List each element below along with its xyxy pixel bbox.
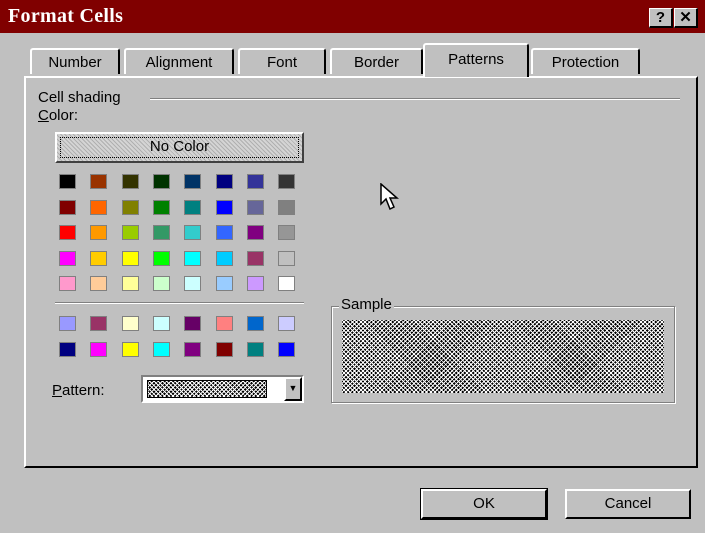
color-swatch[interactable] bbox=[90, 225, 107, 240]
pattern-label: Pattern: bbox=[52, 382, 105, 399]
color-swatch[interactable] bbox=[278, 225, 295, 240]
color-swatch[interactable] bbox=[184, 251, 201, 266]
close-button[interactable]: ✕ bbox=[674, 8, 698, 28]
color-swatch[interactable] bbox=[59, 342, 76, 357]
tab-alignment-label: Alignment bbox=[145, 54, 213, 71]
color-swatch[interactable] bbox=[216, 251, 233, 266]
cell-shading-label: Cell shading bbox=[38, 89, 121, 106]
color-swatch[interactable] bbox=[122, 316, 139, 331]
title-bar[interactable]: Format Cells ? ✕ bbox=[0, 0, 705, 33]
pattern-dropdown[interactable]: ▼ bbox=[141, 375, 304, 403]
color-swatch[interactable] bbox=[216, 276, 233, 291]
color-label: Color: bbox=[38, 107, 79, 124]
color-swatch[interactable] bbox=[59, 251, 76, 266]
color-swatch[interactable] bbox=[153, 276, 170, 291]
color-swatch[interactable] bbox=[278, 200, 295, 215]
color-swatch[interactable] bbox=[278, 276, 295, 291]
tab-alignment[interactable]: Alignment bbox=[124, 48, 234, 74]
focus-rect bbox=[60, 137, 299, 158]
color-swatch[interactable] bbox=[247, 225, 264, 240]
color-swatch[interactable] bbox=[153, 251, 170, 266]
no-color-button[interactable]: No Color bbox=[55, 132, 304, 163]
color-swatch[interactable] bbox=[153, 225, 170, 240]
tab-protection-label: Protection bbox=[551, 54, 620, 71]
color-swatch[interactable] bbox=[247, 276, 264, 291]
color-swatch[interactable] bbox=[153, 200, 170, 215]
cell-shading-divider bbox=[150, 98, 680, 100]
color-swatch[interactable] bbox=[216, 174, 233, 189]
ok-button-label: OK bbox=[473, 495, 495, 512]
tab-border-label: Border bbox=[353, 54, 400, 71]
color-swatch[interactable] bbox=[247, 316, 264, 331]
tab-number[interactable]: Number bbox=[30, 48, 120, 74]
palette-divider bbox=[55, 302, 304, 304]
format-cells-dialog: Format Cells ? ✕ Number Alignment Font B… bbox=[0, 0, 705, 533]
color-swatch[interactable] bbox=[122, 342, 139, 357]
color-swatch[interactable] bbox=[216, 200, 233, 215]
tab-font[interactable]: Font bbox=[238, 48, 326, 74]
color-swatch[interactable] bbox=[122, 174, 139, 189]
color-swatch[interactable] bbox=[278, 316, 295, 331]
tab-patterns-label: Patterns bbox=[448, 51, 504, 68]
tab-protection[interactable]: Protection bbox=[531, 48, 640, 74]
color-swatch[interactable] bbox=[122, 225, 139, 240]
color-swatch[interactable] bbox=[90, 251, 107, 266]
help-button[interactable]: ? bbox=[649, 8, 673, 28]
color-swatch[interactable] bbox=[184, 200, 201, 215]
color-swatch[interactable] bbox=[59, 200, 76, 215]
color-swatch[interactable] bbox=[59, 276, 76, 291]
window-title: Format Cells bbox=[8, 5, 124, 27]
color-swatch[interactable] bbox=[90, 200, 107, 215]
tab-number-label: Number bbox=[48, 54, 102, 71]
color-swatch[interactable] bbox=[247, 342, 264, 357]
color-swatch[interactable] bbox=[184, 316, 201, 331]
color-swatch[interactable] bbox=[247, 174, 264, 189]
sample-preview bbox=[342, 320, 664, 393]
color-swatch[interactable] bbox=[90, 342, 107, 357]
tab-border[interactable]: Border bbox=[330, 48, 423, 74]
color-swatch[interactable] bbox=[184, 342, 201, 357]
close-icon: ✕ bbox=[679, 9, 692, 26]
color-swatch[interactable] bbox=[247, 251, 264, 266]
color-swatch[interactable] bbox=[122, 251, 139, 266]
color-swatch[interactable] bbox=[216, 225, 233, 240]
chevron-down-icon: ▼ bbox=[288, 383, 298, 393]
color-swatch[interactable] bbox=[153, 342, 170, 357]
color-swatch[interactable] bbox=[90, 174, 107, 189]
pattern-preview bbox=[147, 380, 267, 398]
color-swatch[interactable] bbox=[153, 316, 170, 331]
color-swatch[interactable] bbox=[122, 200, 139, 215]
color-swatch[interactable] bbox=[278, 174, 295, 189]
color-swatch[interactable] bbox=[216, 316, 233, 331]
color-swatch[interactable] bbox=[184, 174, 201, 189]
color-swatch[interactable] bbox=[122, 276, 139, 291]
color-swatch[interactable] bbox=[90, 276, 107, 291]
color-swatch[interactable] bbox=[184, 276, 201, 291]
color-swatch[interactable] bbox=[90, 316, 107, 331]
tab-font-label: Font bbox=[266, 54, 297, 71]
dropdown-button[interactable]: ▼ bbox=[284, 377, 302, 401]
tab-patterns[interactable]: Patterns bbox=[423, 43, 529, 77]
cancel-button-label: Cancel bbox=[604, 495, 652, 512]
color-swatch[interactable] bbox=[247, 200, 264, 215]
sample-label: Sample bbox=[339, 296, 394, 313]
color-swatch[interactable] bbox=[153, 174, 170, 189]
color-swatch[interactable] bbox=[278, 251, 295, 266]
cancel-button[interactable]: Cancel bbox=[565, 489, 691, 519]
color-swatch[interactable] bbox=[59, 316, 76, 331]
color-swatch[interactable] bbox=[184, 225, 201, 240]
help-icon: ? bbox=[655, 9, 666, 26]
color-swatch[interactable] bbox=[59, 225, 76, 240]
ok-button[interactable]: OK bbox=[420, 488, 548, 520]
arrow-cursor-icon bbox=[380, 183, 399, 211]
color-swatch[interactable] bbox=[278, 342, 295, 357]
color-swatch[interactable] bbox=[216, 342, 233, 357]
color-swatch[interactable] bbox=[59, 174, 76, 189]
